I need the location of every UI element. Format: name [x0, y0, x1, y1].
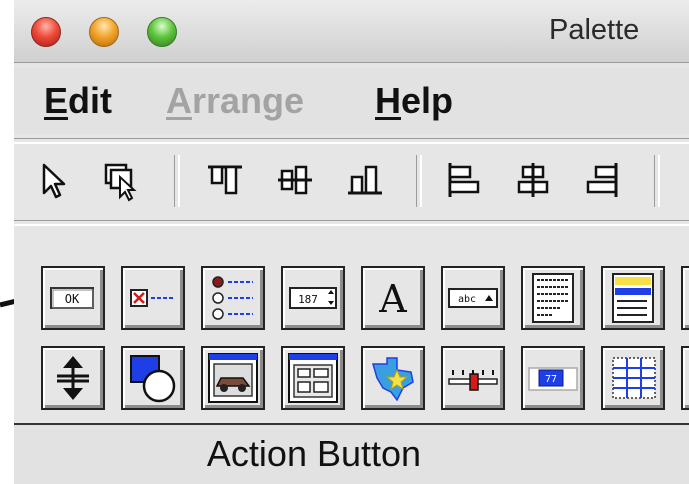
spinner-field-icon-text: 187	[298, 293, 318, 306]
multi-select-icon[interactable]	[100, 155, 142, 205]
menu-arrange: Arrange	[166, 80, 304, 122]
text-label-tool[interactable]: A	[361, 266, 425, 330]
palette-tool-clipped[interactable]	[681, 346, 689, 410]
list-box-icon	[612, 273, 654, 323]
align-left-icon[interactable]	[442, 155, 484, 205]
checkbox-icon	[130, 289, 175, 307]
status-text: Action Button	[206, 433, 422, 474]
splitter-tool[interactable]	[41, 346, 105, 410]
align-horizontal-center-icon[interactable]	[512, 155, 554, 205]
zoom-button[interactable]	[147, 17, 177, 47]
align-right-icon[interactable]	[582, 155, 624, 205]
form-window-tool[interactable]	[281, 346, 345, 410]
image-window-tool[interactable]	[201, 346, 265, 410]
text-area-icon	[532, 273, 574, 323]
text-label-icon: A	[378, 277, 407, 321]
table-grid-tool[interactable]	[601, 346, 665, 410]
combo-box-tool[interactable]: abc	[441, 266, 505, 330]
slider-tool[interactable]	[441, 346, 505, 410]
combo-box-icon-text: abc	[458, 294, 476, 305]
radio-group-tool[interactable]	[201, 266, 265, 330]
menu-arrange-label: rrange	[192, 80, 305, 121]
action-button-tool[interactable]: OK	[41, 266, 105, 330]
numeric-display-tool[interactable]: 77	[521, 346, 585, 410]
form-window-icon	[288, 353, 338, 403]
minimize-button[interactable]	[89, 17, 119, 47]
spinner-field-tool[interactable]: 187	[281, 266, 345, 330]
action-button-icon: OK	[50, 287, 94, 309]
combo-box-icon: abc	[448, 288, 498, 308]
close-button[interactable]	[31, 17, 61, 47]
menu-edit[interactable]: Edit	[44, 80, 112, 122]
slider-icon	[448, 370, 498, 391]
menu-help[interactable]: Help	[375, 80, 453, 122]
shapes-tool[interactable]	[121, 346, 185, 410]
table-grid-icon	[612, 357, 656, 399]
map-icon	[372, 357, 414, 402]
toolbar	[14, 145, 689, 217]
window-title: Palette	[549, 14, 640, 46]
checkbox-tool[interactable]	[121, 266, 185, 330]
toolbar-divider	[14, 220, 689, 226]
title-bar[interactable]: Palette	[14, 0, 689, 63]
menu-divider	[14, 138, 689, 144]
toolbar-separator	[174, 155, 180, 207]
numeric-display-icon-text: 77	[545, 374, 557, 385]
text-label-icon-text: A	[378, 277, 407, 321]
list-box-tool[interactable]	[601, 266, 665, 330]
map-tool[interactable]	[361, 346, 425, 410]
action-button-icon-text: OK	[65, 292, 80, 306]
menu-edit-mnemonic: E	[44, 80, 69, 121]
menu-edit-label: dit	[68, 80, 112, 121]
menu-arrange-mnemonic: A	[166, 80, 192, 121]
spinner-field-icon: 187	[289, 287, 337, 309]
text-area-tool[interactable]	[521, 266, 585, 330]
menu-help-mnemonic: H	[375, 80, 401, 121]
align-bottom-icon[interactable]	[344, 155, 386, 205]
menu-bar: Edit Arrange Help	[14, 68, 689, 134]
image-window-icon	[208, 353, 258, 403]
palette-tool-clipped[interactable]	[681, 266, 689, 330]
align-vertical-center-icon[interactable]	[274, 155, 316, 205]
align-top-icon[interactable]	[204, 155, 246, 205]
palette-window: Palette Edit Arrange Help OK 187 A abc 7…	[14, 0, 689, 484]
toolbar-separator	[654, 155, 660, 207]
radio-group-icon	[212, 276, 253, 320]
status-bar: Action Button	[14, 423, 689, 484]
numeric-display-icon: 77	[528, 367, 578, 391]
shapes-icon	[130, 355, 176, 403]
control-palette: OK 187 A abc 77	[14, 228, 689, 416]
toolbar-separator	[416, 155, 422, 207]
splitter-icon	[57, 356, 89, 400]
select-arrow-icon[interactable]	[32, 155, 74, 205]
menu-help-label: elp	[401, 80, 454, 121]
